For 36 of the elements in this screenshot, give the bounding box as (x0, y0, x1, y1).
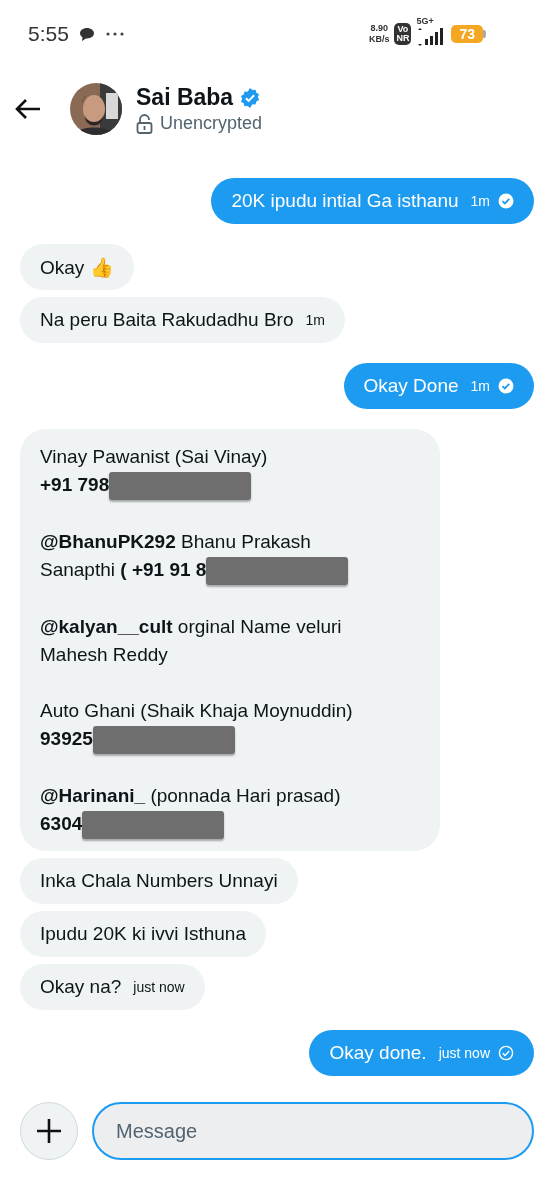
speed-unit: KB/s (368, 34, 390, 45)
message-text: Sanapthi ( +91 91 8 (40, 559, 207, 580)
message-text: Vinay Pawanist (Sai Vinay) (40, 446, 268, 467)
message-text: Na peru Baita Rakudadhu Bro (40, 309, 294, 331)
vonr-badge: Vo NR (394, 23, 412, 45)
message-text: Okay Done (363, 375, 459, 397)
message-time: 1m (470, 378, 490, 394)
encryption-status: Unencrypted (160, 113, 263, 134)
message-text: +91 798 (40, 474, 110, 495)
message-text: Okay na? (40, 975, 122, 998)
message-text: Ipudu 20K ki ivvi Isthuna (40, 922, 246, 945)
plus-icon (35, 1117, 63, 1145)
message-text: Inka Chala Numbers Unnayi (40, 869, 278, 892)
battery-icon: 73 (451, 25, 486, 43)
message-time: 1m (470, 193, 490, 209)
network-speed: 8.90 (370, 23, 388, 34)
message-text: 93925 (40, 727, 93, 749)
message-time: 1m (305, 312, 325, 328)
chat-bubble-icon (78, 26, 96, 42)
message-text: 6304 (40, 812, 83, 834)
message-text: @kalyan__cult orginal Name veluri (40, 615, 342, 637)
message-text: @BhanuPK292 Bhanu Prakash (40, 531, 311, 552)
message-text: Auto Ghani (Shaik Khaja Moynuddin) (40, 699, 353, 721)
message-time: just now (438, 1044, 490, 1061)
network-type: 5G+ (416, 16, 434, 26)
more-dots-icon (105, 32, 124, 36)
message-text: Mahesh Reddy (40, 643, 168, 665)
message-text: 20K ipudu intial Ga isthanu (231, 190, 459, 212)
message-text: @Harinani_ (ponnada Hari prasad) (40, 784, 341, 806)
unlocked-padlock-icon (136, 113, 153, 134)
message-field[interactable]: Message (92, 1102, 534, 1160)
message-text: Okay 👍 (40, 255, 114, 279)
message-text: Okay done. (329, 1041, 427, 1064)
message-time: just now (133, 978, 185, 995)
clock-time: 5:55 (28, 22, 69, 46)
contact-name: Sai Baba (136, 84, 234, 111)
